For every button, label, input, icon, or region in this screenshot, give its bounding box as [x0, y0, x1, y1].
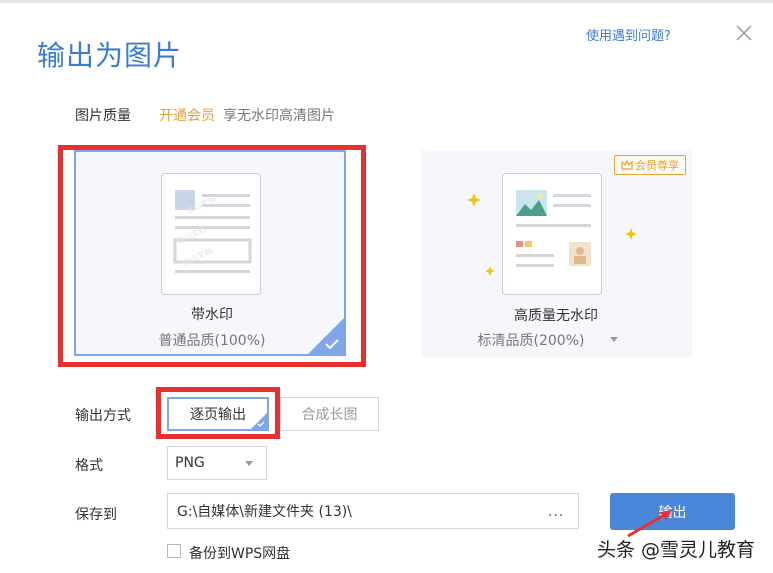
- window-top-strip: [0, 0, 773, 3]
- sparkle-icon: [625, 228, 637, 240]
- vip-badge-label: 会员尊享: [635, 159, 679, 172]
- format-select[interactable]: PNG: [167, 446, 267, 480]
- format-value: PNG: [175, 455, 205, 471]
- sparkle-icon: [485, 266, 495, 276]
- watermark-option-title: 带水印: [191, 307, 233, 323]
- document-preview-icon: 金山文档 金山文档 金山文档: [173, 190, 252, 273]
- image-document-icon: [516, 190, 591, 267]
- mode-per-page-button[interactable]: 逐页输出: [167, 397, 269, 431]
- source-watermark: 头条 @雪灵儿教育: [597, 539, 756, 561]
- save-path-value: G:\自媒体\新建文件夹 (13)\: [177, 504, 352, 520]
- check-icon: [257, 421, 265, 427]
- crown-icon: [621, 160, 633, 170]
- browse-button[interactable]: ...: [548, 504, 564, 520]
- close-icon[interactable]: [733, 22, 755, 44]
- chevron-down-icon: [245, 461, 253, 466]
- backup-checkbox[interactable]: [167, 544, 181, 558]
- option-hq-card[interactable]: 高质量无水印 标清品质(200%): [421, 150, 692, 357]
- mode-per-page-label: 逐页输出: [190, 407, 246, 423]
- save-path-input[interactable]: G:\自媒体\新建文件夹 (13)\: [167, 493, 579, 529]
- sparkle-icon: [467, 193, 481, 207]
- member-link[interactable]: 开通会员: [159, 105, 215, 125]
- quality-label: 图片质量: [75, 108, 131, 124]
- mode-long-image-label: 合成长图: [301, 407, 358, 423]
- format-label: 格式: [75, 458, 103, 474]
- hq-option-title: 高质量无水印: [514, 308, 598, 324]
- mode-long-image-button[interactable]: 合成长图: [280, 397, 379, 431]
- member-desc: 享无水印高清图片: [223, 108, 335, 124]
- option-watermark-card[interactable]: 金山文档 金山文档 金山文档 带水印 普通品质(100%): [74, 150, 346, 356]
- svg-text:金山文档: 金山文档: [181, 245, 214, 268]
- arrow-annotation-icon: [627, 510, 672, 538]
- save-to-label: 保存到: [75, 507, 117, 523]
- watermark-option-sub: 普通品质(100%): [158, 333, 266, 349]
- watermark-doc-preview: 金山文档 金山文档 金山文档: [161, 173, 261, 295]
- hq-option-sub: 标清品质(200%): [477, 333, 585, 349]
- help-link[interactable]: 使用遇到问题?: [586, 25, 671, 44]
- backup-label[interactable]: 备份到WPS网盘: [189, 543, 290, 563]
- dialog-title: 输出为图片: [37, 39, 183, 72]
- hq-doc-preview: [502, 173, 602, 295]
- output-mode-label: 输出方式: [75, 408, 131, 424]
- check-icon: [325, 339, 339, 350]
- vip-badge: 会员尊享: [614, 155, 686, 175]
- chevron-down-icon[interactable]: [610, 337, 618, 342]
